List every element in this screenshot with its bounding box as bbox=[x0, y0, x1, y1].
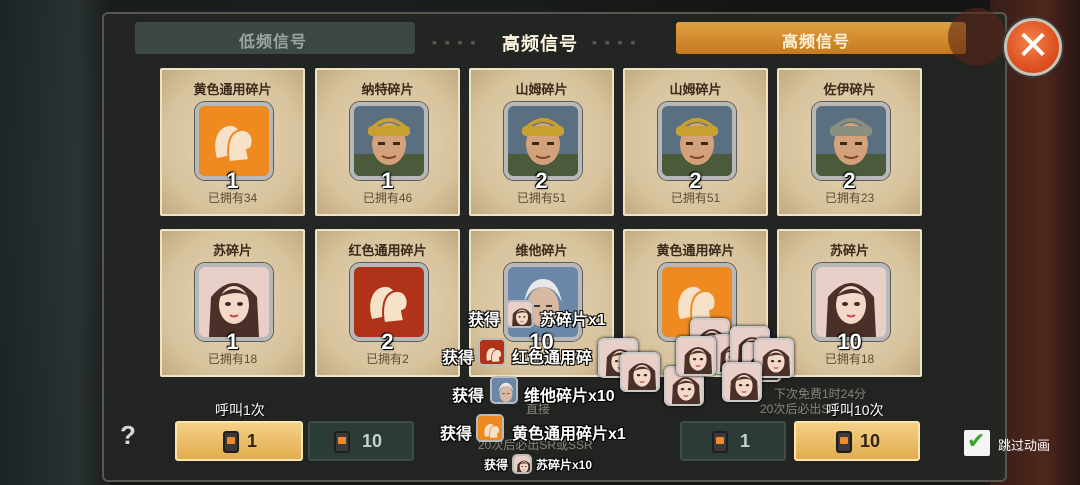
woman-portrait-icon bbox=[506, 300, 534, 328]
card-owned: 已拥有18 bbox=[207, 352, 258, 366]
card-owned: 已拥有34 bbox=[207, 191, 258, 205]
log-prefix: 获得 bbox=[452, 388, 485, 405]
log-prefix: 获得 bbox=[468, 312, 501, 329]
call-ten-label: 呼叫10次 bbox=[826, 402, 884, 418]
log-prefix: 获得 bbox=[442, 350, 475, 367]
call-ten-cost: 10 bbox=[860, 431, 881, 451]
log-item: 黄色通用碎片x1 bbox=[512, 426, 626, 443]
close-ghost-icon bbox=[948, 8, 1006, 66]
woman-portrait-icon bbox=[620, 352, 660, 392]
card-name: 山姆碎片 bbox=[515, 82, 568, 97]
close-icon: ✕ bbox=[1016, 24, 1050, 68]
log-item: 红色通用碎 bbox=[512, 350, 593, 367]
log-item: 苏碎片x10 bbox=[536, 458, 593, 472]
tab-high-label: 高频信号 bbox=[782, 34, 851, 51]
yellow-shard-icon bbox=[476, 414, 504, 442]
card-name: 黄色通用碎片 bbox=[193, 82, 272, 97]
dialog-title: 高频信号 bbox=[502, 34, 578, 54]
log-prefix: 获得 bbox=[440, 426, 473, 443]
tab-high-frequency[interactable]: 高频信号 bbox=[676, 22, 966, 54]
background-left-art bbox=[0, 0, 110, 485]
card-name: 佐伊碎片 bbox=[823, 82, 876, 97]
tab-low-label: 低频信号 bbox=[239, 34, 308, 51]
log-item: 维他碎片x10 bbox=[524, 388, 615, 405]
log-prefix: 获得 bbox=[484, 458, 509, 472]
red-shard-icon bbox=[478, 338, 506, 366]
card-name: 苏碎片 bbox=[829, 243, 869, 258]
card-name: 苏碎片 bbox=[212, 243, 252, 258]
card-name: 维他碎片 bbox=[515, 243, 568, 258]
woman-portrait-icon bbox=[512, 454, 532, 474]
card-owned: 已拥有18 bbox=[824, 352, 875, 366]
card-owned: 已拥有51 bbox=[516, 191, 567, 205]
card-name: 山姆碎片 bbox=[669, 82, 722, 97]
card-owned: 已拥有23 bbox=[824, 191, 875, 205]
call-ten-ghost-button[interactable]: 10 bbox=[308, 421, 414, 461]
call-once-ghost-cost: 1 bbox=[740, 431, 751, 451]
card-name: 黄色通用碎片 bbox=[656, 243, 735, 258]
reward-card: 山姆碎片 2 已拥有51 bbox=[623, 68, 768, 216]
tab-low-frequency[interactable]: 低频信号 bbox=[135, 22, 415, 54]
card-owned: 已拥有46 bbox=[362, 191, 413, 205]
radio-icon bbox=[223, 431, 239, 453]
skip-animation-label: 跳过动画 bbox=[998, 438, 1051, 453]
help-button[interactable]: ? bbox=[113, 420, 143, 454]
checkbox-checked-icon bbox=[964, 428, 990, 456]
card-name: 纳特碎片 bbox=[361, 82, 414, 97]
call-once-button[interactable]: 1 bbox=[175, 421, 303, 461]
woman-portrait-icon bbox=[722, 362, 762, 402]
radio-icon bbox=[712, 431, 728, 453]
reward-card: 山姆碎片 2 已拥有51 bbox=[469, 68, 614, 216]
old-man-portrait-icon bbox=[490, 376, 518, 404]
guarantee-right-text: 20次后必出S bbox=[760, 402, 830, 416]
log-item: 苏碎片x1 bbox=[540, 312, 606, 329]
call-once-label: 呼叫1次 bbox=[215, 402, 265, 418]
reward-card: 红色通用碎片 2 已拥有2 bbox=[315, 229, 460, 377]
reward-card: 佐伊碎片 2 已拥有23 bbox=[777, 68, 922, 216]
radio-icon bbox=[334, 431, 350, 453]
close-button[interactable]: ✕ bbox=[1004, 18, 1062, 76]
radio-icon bbox=[836, 431, 852, 453]
reward-card: 苏碎片 1 已拥有18 bbox=[160, 229, 305, 377]
card-owned: 已拥有51 bbox=[670, 191, 721, 205]
card-name: 红色通用碎片 bbox=[348, 243, 427, 258]
reward-card: 苏碎片 10 已拥有18 bbox=[777, 229, 922, 377]
reward-card: 黄色通用碎片 1 已拥有34 bbox=[160, 68, 305, 216]
call-once-ghost-button[interactable]: 1 bbox=[680, 421, 786, 461]
call-ten-ghost-cost: 10 bbox=[362, 431, 383, 451]
card-owned: 已拥有2 bbox=[366, 352, 409, 366]
call-once-cost: 1 bbox=[247, 431, 258, 451]
reward-card: 纳特碎片 1 已拥有46 bbox=[315, 68, 460, 216]
call-ten-button[interactable]: 10 bbox=[794, 421, 920, 461]
woman-portrait-icon bbox=[676, 336, 716, 376]
